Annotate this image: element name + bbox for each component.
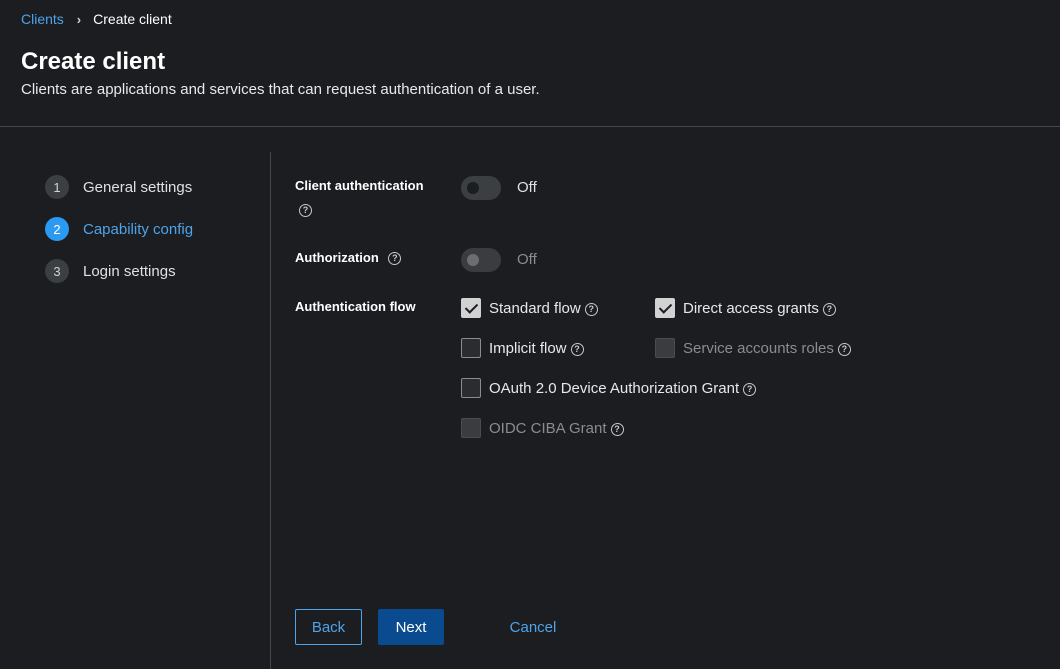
checkbox-label: Direct access grants [683,299,819,317]
checkbox-box[interactable] [655,338,675,358]
oidc-ciba-grant-checkbox[interactable]: OIDC CIBA Grant ? [461,418,624,438]
help-icon[interactable]: ? [299,204,312,217]
authorization-state: Off [517,251,537,268]
checkbox-label: OIDC CIBA Grant [489,419,607,437]
chevron-right-icon: › [76,11,82,27]
next-button[interactable]: Next [378,609,444,645]
breadcrumb-clients-link[interactable]: Clients [21,11,64,27]
checkbox-box[interactable] [461,378,481,398]
help-icon[interactable]: ? [610,422,624,436]
checkbox-box[interactable] [461,418,481,438]
cancel-button[interactable]: Cancel [494,609,572,645]
implicit-flow-checkbox[interactable]: Implicit flow ? [461,338,584,358]
step-number: 1 [45,175,69,199]
help-icon[interactable]: ? [388,252,402,266]
header-divider [0,126,1060,127]
checkbox-box[interactable] [461,298,481,318]
step-label: General settings [83,178,193,196]
wizard-step-capability-config[interactable]: 2 Capability config [45,217,193,241]
step-label: Capability config [83,220,194,238]
breadcrumb-current: Create client [93,11,172,27]
step-label: Login settings [83,262,176,280]
checkbox-label: Service accounts roles [683,339,834,357]
oauth-device-authorization-grant-checkbox[interactable]: OAuth 2.0 Device Authorization Grant ? [461,378,757,398]
authorization-label: Authorization ? [295,250,402,266]
wizard-step-login-settings[interactable]: 3 Login settings [45,259,176,283]
wizard-nav-divider [270,152,271,669]
checkbox-box[interactable] [461,338,481,358]
help-icon[interactable]: ? [822,302,836,316]
toggle-knob [467,182,479,194]
standard-flow-checkbox[interactable]: Standard flow ? [461,298,598,318]
wizard-step-general-settings[interactable]: 1 General settings [45,175,192,199]
step-number: 3 [45,259,69,283]
back-button[interactable]: Back [295,609,362,645]
checkbox-label: OAuth 2.0 Device Authorization Grant [489,379,740,397]
client-authentication-label: Client authentication [295,178,424,193]
client-authentication-state: Off [517,179,537,196]
toggle-knob [467,254,479,266]
page-description: Clients are applications and services th… [21,81,540,98]
step-number: 2 [45,217,69,241]
service-accounts-roles-checkbox[interactable]: Service accounts roles ? [655,338,851,358]
help-icon[interactable]: ? [743,382,757,396]
page-title: Create client [21,48,166,75]
help-icon[interactable]: ? [570,342,584,356]
help-icon[interactable]: ? [837,342,851,356]
client-authentication-toggle[interactable] [461,176,501,200]
authorization-toggle[interactable] [461,248,501,272]
checkbox-label: Implicit flow [489,339,567,357]
authentication-flow-label: Authentication flow [295,299,416,314]
direct-access-grants-checkbox[interactable]: Direct access grants ? [655,298,836,318]
help-icon[interactable]: ? [584,302,598,316]
breadcrumb: Clients › Create client [21,11,172,27]
checkbox-label: Standard flow [489,299,581,317]
checkbox-box[interactable] [655,298,675,318]
